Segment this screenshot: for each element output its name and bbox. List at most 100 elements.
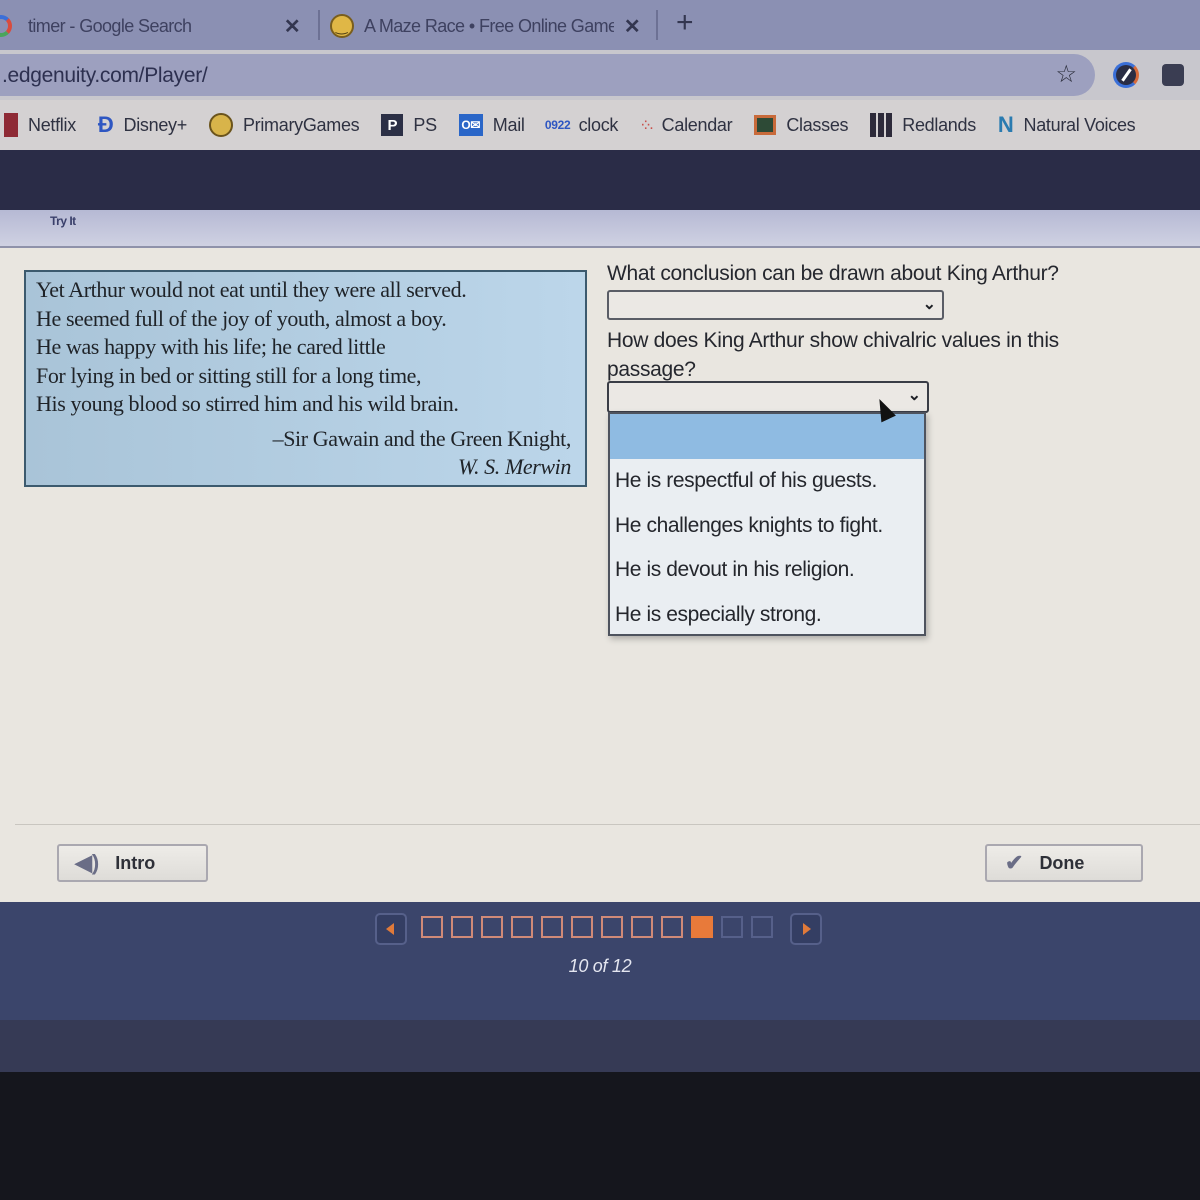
divider xyxy=(15,824,1200,825)
google-icon xyxy=(0,15,12,37)
arrow-right-icon xyxy=(803,923,811,935)
outlook-icon: O✉ xyxy=(458,114,483,136)
poem-line: Yet Arthur would not eat until they were… xyxy=(36,277,467,302)
next-page-button[interactable] xyxy=(790,913,822,945)
page-indicator[interactable] xyxy=(541,916,563,938)
speaker-icon: ◀) xyxy=(75,850,100,875)
tab-separator xyxy=(318,10,320,40)
extension-icon[interactable] xyxy=(1113,62,1139,88)
tab-title: timer - Google Search xyxy=(28,15,192,36)
page-indicator[interactable] xyxy=(421,916,443,938)
activity-subheader: Try It xyxy=(0,210,1200,248)
page-count: 10 of 12 xyxy=(568,956,632,976)
poem-author: W. S. Merwin xyxy=(458,453,571,479)
chevron-down-icon: ⌄ xyxy=(922,296,936,313)
netflix-icon xyxy=(4,113,18,137)
bookmark-mail[interactable]: O✉ Mail xyxy=(458,114,525,136)
browser-tab[interactable]: A Maze Race • Free Online Game ✕ xyxy=(330,6,650,46)
dropdown-option[interactable]: He challenges knights to fight. xyxy=(610,504,924,549)
bookmark-label: Disney+ xyxy=(123,114,188,135)
question-1-prompt: What conclusion can be drawn about King … xyxy=(607,262,1059,285)
bookmark-label: Mail xyxy=(492,114,525,135)
page-navigation: 10 of 12 xyxy=(0,902,1200,1020)
classroom-icon xyxy=(754,115,777,135)
page-indicator[interactable] xyxy=(481,916,503,938)
bookmark-label: PS xyxy=(413,114,437,135)
bookmark-label: Natural Voices xyxy=(1023,114,1136,135)
poem-citation: –Sir Gawain and the Green Knight, xyxy=(272,425,572,451)
browser-tab-strip: timer - Google Search ✕ A Maze Race • Fr… xyxy=(0,0,1200,50)
poem-passage: Yet Arthur would not eat until they were… xyxy=(24,270,587,487)
ps-icon: P xyxy=(381,114,404,136)
checkmark-icon: ✔ xyxy=(1005,850,1024,875)
intro-button[interactable]: ◀) Intro xyxy=(57,844,208,882)
bookmark-clock[interactable]: 09 22 clock xyxy=(544,114,619,136)
desk-background xyxy=(0,1072,1200,1200)
url-text[interactable]: .edgenuity.com/Player/ xyxy=(2,64,208,88)
grid-icon xyxy=(870,113,893,137)
bookmark-redlands[interactable]: Redlands xyxy=(870,113,976,137)
bookmark-calendar[interactable]: ·:·. Calendar xyxy=(640,114,733,136)
question-2-dropdown-list: He is respectful of his guests. He chall… xyxy=(608,412,926,636)
section-label: Try It xyxy=(50,214,76,228)
done-button[interactable]: ✔ Done xyxy=(985,844,1143,882)
poem-line: He was happy with his life; he cared lit… xyxy=(36,334,386,359)
disney-icon: Ð xyxy=(97,112,114,137)
smiley-icon xyxy=(208,113,233,137)
bookmark-label: Redlands xyxy=(902,114,976,135)
dropdown-option-blank[interactable] xyxy=(610,414,924,459)
smiley-icon xyxy=(330,14,354,38)
page-indicator[interactable] xyxy=(571,916,593,938)
bookmark-label: PrimaryGames xyxy=(242,114,360,135)
n-logo-icon: N xyxy=(997,112,1014,137)
bookmark-star-icon[interactable]: ☆ xyxy=(1055,60,1077,89)
bookmark-disney[interactable]: Ð Disney+ xyxy=(98,112,187,138)
done-label: Done xyxy=(1039,852,1085,873)
poem-line: For lying in bed or sitting still for a … xyxy=(36,362,422,388)
poem-line: His young blood so stirred him and his w… xyxy=(36,391,459,416)
question-2-prompt: How does King Arthur show chivalric valu… xyxy=(607,329,1059,381)
page-indicator[interactable] xyxy=(721,916,743,938)
poem-line: He seemed full of the joy of youth, almo… xyxy=(36,305,447,331)
bookmarks-bar: Netflix Ð Disney+ PrimaryGames P PS O✉ M… xyxy=(0,100,1200,150)
arrow-left-icon xyxy=(386,923,394,935)
bookmark-label: Classes xyxy=(786,114,849,135)
player-header xyxy=(0,150,1200,210)
calendar-date-icon: 09 22 xyxy=(544,118,571,132)
bookmark-label: Netflix xyxy=(28,114,76,135)
page-indicator[interactable] xyxy=(511,916,533,938)
dropdown-option[interactable]: He is especially strong. xyxy=(610,593,924,638)
tab-title: A Maze Race • Free Online Game xyxy=(364,15,614,36)
bookmark-classes[interactable]: Classes xyxy=(754,114,849,136)
bookmark-label: clock xyxy=(578,114,619,135)
page-indicators xyxy=(421,916,773,938)
close-tab-icon[interactable]: ✕ xyxy=(274,14,310,39)
page-indicator[interactable] xyxy=(451,916,473,938)
chevron-down-icon: ⌄ xyxy=(907,387,921,404)
address-bar[interactable]: .edgenuity.com/Player/ ☆ xyxy=(0,54,1095,96)
bookmark-primarygames[interactable]: PrimaryGames xyxy=(208,113,360,137)
page-indicator-current[interactable] xyxy=(691,916,713,938)
browser-tab[interactable]: timer - Google Search ✕ xyxy=(0,6,310,46)
page-indicator[interactable] xyxy=(631,916,653,938)
screen-bottom-bezel xyxy=(0,1020,1200,1072)
close-tab-icon[interactable]: ✕ xyxy=(614,14,650,39)
bookmark-natural-voices[interactable]: N Natural Voices xyxy=(997,112,1136,138)
page-indicator[interactable] xyxy=(751,916,773,938)
activity-panel: Try It Yet Arthur would not eat until th… xyxy=(0,210,1200,902)
page-indicator[interactable] xyxy=(661,916,683,938)
bookmark-netflix[interactable]: Netflix xyxy=(4,113,76,137)
dots-icon: ·:·. xyxy=(640,116,653,133)
extensions-puzzle-icon[interactable] xyxy=(1162,64,1184,86)
previous-page-button[interactable] xyxy=(375,913,407,945)
bookmark-label: Calendar xyxy=(661,114,733,135)
dropdown-option[interactable]: He is respectful of his guests. xyxy=(610,459,924,504)
browser-toolbar: .edgenuity.com/Player/ ☆ xyxy=(0,50,1200,100)
intro-label: Intro xyxy=(115,852,156,873)
new-tab-icon[interactable]: + xyxy=(676,6,694,40)
question-1-select[interactable]: ⌄ xyxy=(607,290,944,320)
dropdown-option[interactable]: He is devout in his religion. xyxy=(610,548,924,593)
tab-separator xyxy=(656,10,658,40)
bookmark-ps[interactable]: P PS xyxy=(381,114,437,136)
page-indicator[interactable] xyxy=(601,916,623,938)
